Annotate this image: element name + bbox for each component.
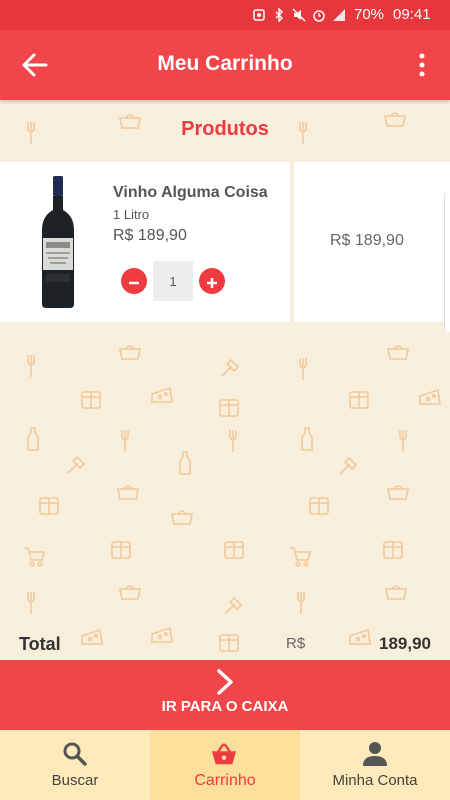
- total-row: Total R$ 189,90: [0, 630, 450, 660]
- page-title: Meu Carrinho: [157, 52, 293, 75]
- alarm-icon: [313, 10, 325, 22]
- bottom-navigation: Buscar Carrinho Minha Conta: [0, 730, 450, 800]
- total-label: Total: [19, 634, 61, 654]
- tab-minha-conta[interactable]: Minha Conta: [300, 730, 450, 800]
- minus-icon: [129, 281, 139, 284]
- signal-icon: [333, 9, 345, 21]
- decrease-quantity-button[interactable]: [121, 268, 147, 294]
- bluetooth-icon: [275, 8, 283, 22]
- item-subtotal: R$ 189,90: [330, 232, 404, 249]
- basket-icon: [211, 743, 237, 765]
- search-icon: [63, 742, 87, 766]
- plus-icon: [207, 277, 217, 288]
- person-icon: [363, 742, 387, 766]
- tab-label: Buscar: [51, 772, 99, 789]
- checkout-button[interactable]: IR PARA O CAIXA: [0, 660, 450, 730]
- total-currency: R$: [286, 635, 306, 652]
- battery-percentage: 70%: [354, 6, 385, 23]
- product-name: Vinho Alguma Coisa: [113, 184, 268, 201]
- status-bar: 70% 09:41: [0, 0, 450, 30]
- mute-icon: [292, 8, 306, 22]
- more-vert-icon[interactable]: [415, 52, 429, 78]
- increase-quantity-button[interactable]: [199, 268, 225, 294]
- cart-item: Vinho Alguma Coisa 1 Litro R$ 189,90: [0, 162, 290, 322]
- product-volume: 1 Litro: [113, 207, 150, 222]
- scroll-handle[interactable]: [444, 192, 450, 332]
- tab-label: Carrinho: [194, 772, 256, 789]
- tab-buscar[interactable]: Buscar: [0, 730, 150, 800]
- app-bar: Meu Carrinho: [0, 30, 450, 100]
- product-price: R$ 189,90: [113, 227, 187, 244]
- chevron-right-icon: [217, 669, 233, 695]
- section-title: Produtos: [181, 118, 269, 140]
- tab-label: Minha Conta: [332, 772, 418, 789]
- clock: 09:41: [393, 6, 431, 23]
- checkout-label: IR PARA O CAIXA: [161, 698, 289, 715]
- wine-bottle-image: [42, 176, 74, 308]
- cart-item-subtotal-panel: R$ 189,90: [294, 162, 450, 322]
- tab-carrinho[interactable]: Carrinho: [150, 730, 300, 800]
- quantity-input[interactable]: [153, 261, 193, 301]
- status-icons: [252, 7, 346, 23]
- total-value: 189,90: [379, 634, 431, 653]
- notification-icon: [253, 9, 265, 21]
